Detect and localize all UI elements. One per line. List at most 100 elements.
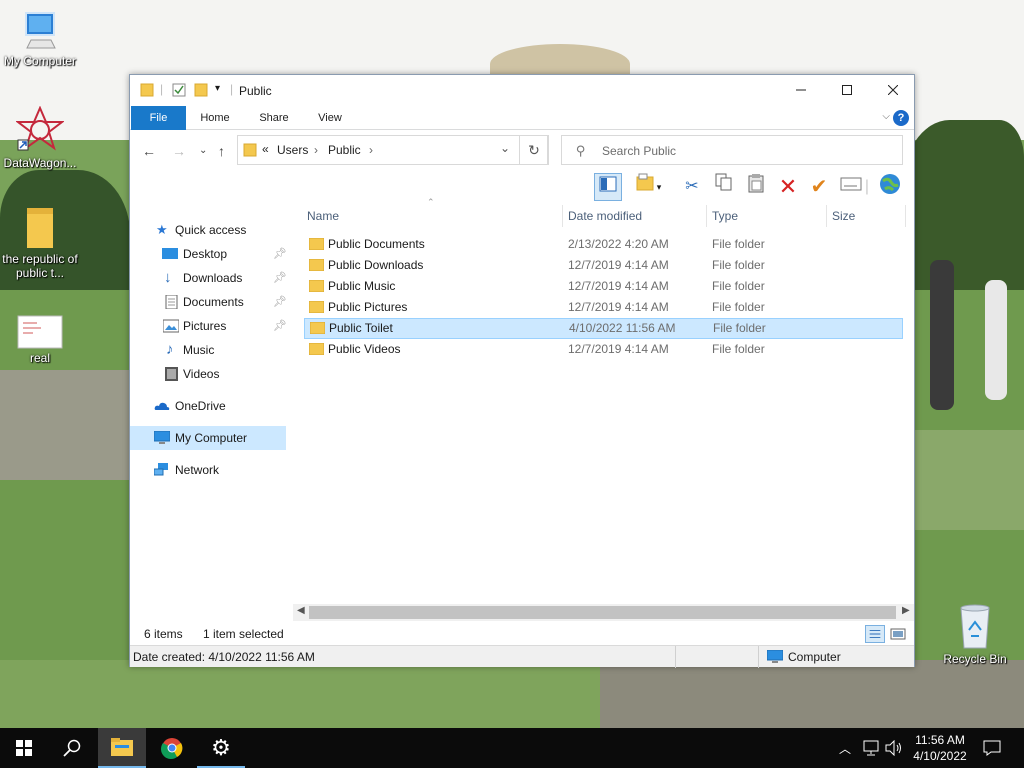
new-folder-dropdown-icon[interactable]: ▾ (652, 173, 666, 201)
column-divider[interactable] (826, 205, 827, 227)
cut-button[interactable]: ✂ (678, 173, 706, 201)
column-header-date-modified[interactable]: Date modified (568, 205, 642, 227)
column-divider[interactable] (562, 205, 563, 227)
pin-icon[interactable]: 📌︎ (273, 314, 287, 338)
nav-music[interactable]: ♪ Music (130, 338, 286, 362)
preview-pane-button[interactable] (594, 173, 622, 201)
column-divider[interactable] (706, 205, 707, 227)
nav-network[interactable]: Network (130, 458, 286, 482)
taskbar-file-explorer[interactable] (98, 728, 146, 768)
folder-icon (309, 343, 324, 355)
nav-videos[interactable]: Videos (130, 362, 286, 386)
nav-quick-access[interactable]: ★ Quick access (130, 218, 286, 242)
taskbar-chrome[interactable] (148, 728, 196, 768)
refresh-button[interactable]: ↻ (519, 135, 549, 165)
start-button[interactable] (0, 728, 48, 768)
horizontal-scrollbar[interactable]: ◀ ▶ (293, 604, 914, 621)
search-box[interactable]: ⚲ Search Public (561, 135, 903, 165)
taskbar-search-button[interactable] (48, 728, 96, 768)
minimize-button[interactable] (778, 75, 824, 106)
file-type: File folder (712, 300, 765, 314)
taskbar-settings[interactable]: ⚙ (197, 728, 245, 768)
notification-center-icon[interactable] (983, 740, 1001, 756)
nav-desktop-label: Desktop (183, 247, 228, 261)
file-row[interactable]: Public Videos 12/7/2019 4:14 AM File fol… (303, 339, 903, 360)
breadcrumb-users[interactable]: Users (277, 143, 308, 157)
paste-button[interactable] (742, 173, 770, 201)
web-icon (880, 174, 900, 194)
folder-icon (140, 83, 154, 97)
tab-view[interactable]: View (305, 106, 355, 130)
column-header-name[interactable]: Name (307, 205, 339, 227)
file-row[interactable]: Public Music 12/7/2019 4:14 AM File fold… (303, 276, 903, 297)
help-icon[interactable]: ? (893, 110, 909, 126)
file-row-selected[interactable]: Public Toilet 4/10/2022 11:56 AM File fo… (304, 318, 903, 339)
nav-desktop[interactable]: Desktop 📌︎ (130, 242, 287, 266)
up-arrow-icon[interactable]: ↑ (218, 143, 225, 159)
desktop-icon-datawagon[interactable]: DataWagon... (0, 106, 80, 170)
nav-documents-label: Documents (183, 295, 244, 309)
pin-icon[interactable]: 📌︎ (273, 266, 287, 290)
pin-icon[interactable]: 📌︎ (273, 242, 287, 266)
nav-onedrive[interactable]: OneDrive (130, 394, 286, 418)
nav-downloads[interactable]: ↓ Downloads 📌︎ (130, 266, 287, 290)
chrome-icon (161, 738, 183, 759)
search-icon: ⚲ (576, 143, 586, 158)
file-row[interactable]: Public Documents 2/13/2022 4:20 AM File … (303, 234, 903, 255)
title-bar[interactable]: | ▾ | Public (130, 75, 914, 106)
show-hidden-icons-chevron-icon[interactable]: ︿ (839, 740, 851, 757)
network-status-icon[interactable] (862, 740, 880, 756)
column-divider[interactable] (905, 205, 906, 227)
desktop-icon-recycle-bin[interactable]: Recycle Bin (935, 604, 1015, 666)
folder-icon (309, 280, 324, 292)
web-button[interactable] (876, 173, 904, 201)
selection-count: 1 item selected (203, 627, 284, 641)
close-button[interactable] (870, 75, 916, 106)
pin-icon[interactable]: 📌︎ (273, 290, 287, 314)
new-folder-icon[interactable] (194, 83, 208, 97)
expand-ribbon-chevron-icon[interactable]: ⌵ (882, 111, 890, 122)
address-bar[interactable]: « Users › Public › ⌄ (237, 135, 548, 165)
large-icons-view-icon[interactable] (888, 625, 908, 643)
forward-arrow-icon[interactable]: → (172, 143, 186, 159)
desktop-icon-my-computer[interactable]: My Computer (0, 10, 80, 68)
tab-home[interactable]: Home (188, 106, 242, 130)
delete-button[interactable]: ✕ (774, 173, 802, 201)
tab-file[interactable]: File (131, 106, 186, 130)
nav-my-computer[interactable]: My Computer (130, 426, 286, 450)
checkmark-button[interactable]: ✔ (805, 173, 833, 201)
column-header-type[interactable]: Type (712, 205, 738, 227)
breadcrumb-chevron-icon[interactable]: › (314, 143, 318, 157)
column-header-size[interactable]: Size (832, 205, 855, 227)
scroll-right-arrow-icon[interactable]: ▶ (902, 605, 910, 616)
address-dropdown-chevron-icon[interactable]: ⌄ (500, 141, 510, 155)
separator: | (160, 82, 164, 96)
tab-share[interactable]: Share (247, 106, 301, 130)
recent-locations-chevron-icon[interactable]: ⌄ (199, 145, 207, 156)
desktop-icon-republic-folder[interactable]: the republic of public t... (0, 206, 80, 280)
scroll-left-arrow-icon[interactable]: ◀ (297, 605, 305, 616)
rename-button[interactable] (837, 173, 865, 201)
desktop-icon-label: real (29, 351, 50, 365)
ribbon-tabs: File Home Share View (130, 106, 914, 130)
breadcrumb-public[interactable]: Public (328, 143, 361, 157)
maximize-button[interactable] (824, 75, 870, 106)
status-bar: 6 items 1 item selected (130, 623, 914, 645)
back-arrow-icon[interactable]: ← (142, 143, 156, 159)
nav-documents[interactable]: Documents 📌︎ (130, 290, 287, 314)
breadcrumb-overflow[interactable]: « (262, 142, 269, 156)
onedrive-cloud-icon (154, 402, 170, 410)
volume-icon[interactable] (885, 740, 903, 756)
breadcrumb-chevron-icon[interactable]: › (369, 143, 373, 157)
file-row[interactable]: Public Pictures 12/7/2019 4:14 AM File f… (303, 297, 903, 318)
scrollbar-thumb[interactable] (309, 606, 896, 619)
nav-pictures[interactable]: Pictures 📌︎ (130, 314, 287, 338)
file-row[interactable]: Public Downloads 12/7/2019 4:14 AM File … (303, 255, 903, 276)
divider (675, 646, 676, 668)
customize-dropdown-icon[interactable]: ▾ (215, 83, 220, 94)
system-clock[interactable]: 11:56 AM 4/10/2022 (909, 732, 971, 764)
properties-icon[interactable] (172, 83, 186, 97)
details-view-icon[interactable] (864, 625, 885, 643)
copy-button[interactable] (710, 173, 738, 201)
desktop-icon-real[interactable]: real (0, 315, 80, 365)
